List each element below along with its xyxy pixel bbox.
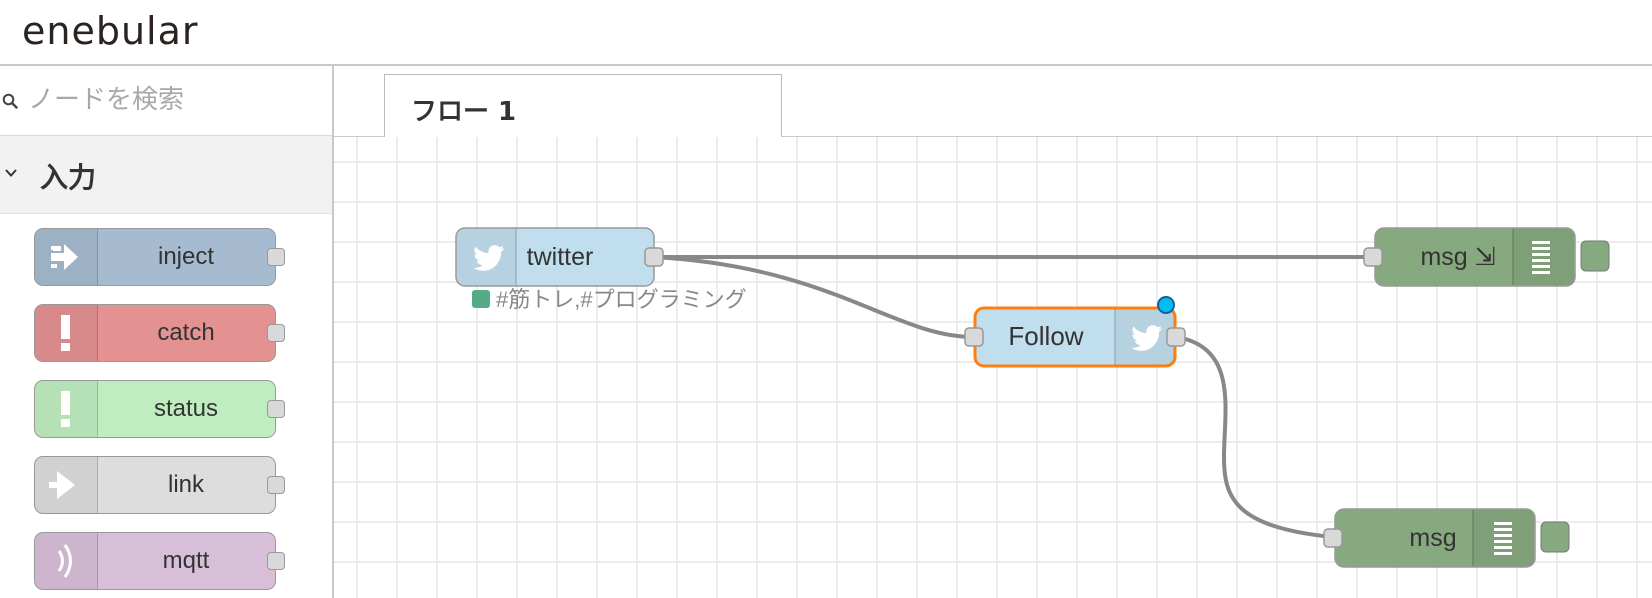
status-text: #筋トレ,#プログラミング bbox=[496, 287, 747, 312]
tab-label: フロー 1 bbox=[411, 97, 517, 127]
node-label: twitter bbox=[527, 243, 594, 271]
palette-node-label: inject bbox=[157, 243, 215, 270]
palette-node-catch[interactable]: catch bbox=[34, 304, 285, 362]
flow-graph: twitter #筋トレ,#プログラミング Follow msg ⇲ msg bbox=[455, 227, 1610, 568]
palette-node-inject[interactable]: inject bbox=[34, 228, 285, 286]
node-twitter-in[interactable]: twitter bbox=[455, 227, 664, 287]
enebular-logo[interactable]: enebular bbox=[22, 8, 199, 54]
wire-follow-to-debug2[interactable] bbox=[1175, 335, 1333, 539]
flow-canvas[interactable]: twitter #筋トレ,#プログラミング Follow msg ⇲ msg bbox=[334, 137, 1652, 598]
output-port[interactable] bbox=[1166, 327, 1186, 347]
palette-node-label: status bbox=[153, 395, 219, 422]
input-port[interactable] bbox=[964, 327, 984, 347]
debug-toggle-indicator bbox=[1540, 521, 1570, 553]
input-port[interactable] bbox=[1323, 528, 1343, 548]
search-icon bbox=[2, 93, 18, 109]
output-port[interactable] bbox=[267, 324, 285, 342]
changed-indicator bbox=[1157, 296, 1175, 314]
output-port[interactable] bbox=[644, 247, 664, 267]
category-label: 入力 bbox=[40, 161, 97, 194]
node-label: msg bbox=[1409, 524, 1456, 552]
output-port[interactable] bbox=[267, 552, 285, 570]
mqtt-icon bbox=[57, 544, 72, 578]
chevron-down-icon bbox=[5, 169, 17, 177]
status-icon-area bbox=[35, 381, 98, 437]
flow-tab-bar: フロー 1 bbox=[334, 66, 1652, 138]
status-icon bbox=[61, 391, 70, 427]
catch-icon-area bbox=[35, 305, 98, 361]
palette-node-mqtt[interactable]: mqtt bbox=[34, 532, 285, 590]
node-palette: 入力 inject catch bbox=[0, 66, 334, 598]
palette-node-label: catch bbox=[157, 319, 215, 346]
node-debug-2[interactable]: msg bbox=[1323, 508, 1570, 568]
mqtt-icon-area bbox=[35, 533, 98, 589]
node-label: Follow bbox=[1008, 321, 1083, 351]
catch-icon bbox=[61, 315, 70, 351]
input-port[interactable] bbox=[1363, 247, 1383, 267]
palette-node-status[interactable]: status bbox=[34, 380, 285, 438]
node-follow[interactable]: Follow bbox=[964, 296, 1186, 368]
tab-flow-1[interactable]: フロー 1 bbox=[384, 74, 782, 138]
category-input-header[interactable]: 入力 bbox=[0, 136, 332, 214]
palette-node-link[interactable]: link bbox=[34, 456, 285, 514]
palette-search bbox=[0, 66, 332, 136]
output-port[interactable] bbox=[267, 400, 285, 418]
output-port[interactable] bbox=[267, 248, 285, 266]
palette-node-label: mqtt bbox=[162, 547, 210, 574]
link-icon bbox=[49, 471, 75, 499]
palette-node-label: link bbox=[167, 471, 204, 498]
node-debug-1[interactable]: msg ⇲ bbox=[1363, 227, 1610, 287]
node-status: #筋トレ,#プログラミング bbox=[472, 287, 747, 312]
link-icon-area bbox=[35, 457, 98, 513]
status-dot bbox=[472, 290, 490, 308]
app-header: enebular bbox=[0, 0, 1652, 66]
flow-workspace: フロー 1 twitter #筋トレ,#プログラミング Follow msg ⇲… bbox=[334, 66, 1652, 598]
node-label: msg ⇲ bbox=[1420, 243, 1495, 271]
output-port[interactable] bbox=[267, 476, 285, 494]
inject-icon-area bbox=[35, 229, 98, 285]
debug-toggle-indicator bbox=[1580, 240, 1610, 272]
inject-icon bbox=[51, 244, 78, 270]
search-input[interactable] bbox=[28, 80, 318, 120]
